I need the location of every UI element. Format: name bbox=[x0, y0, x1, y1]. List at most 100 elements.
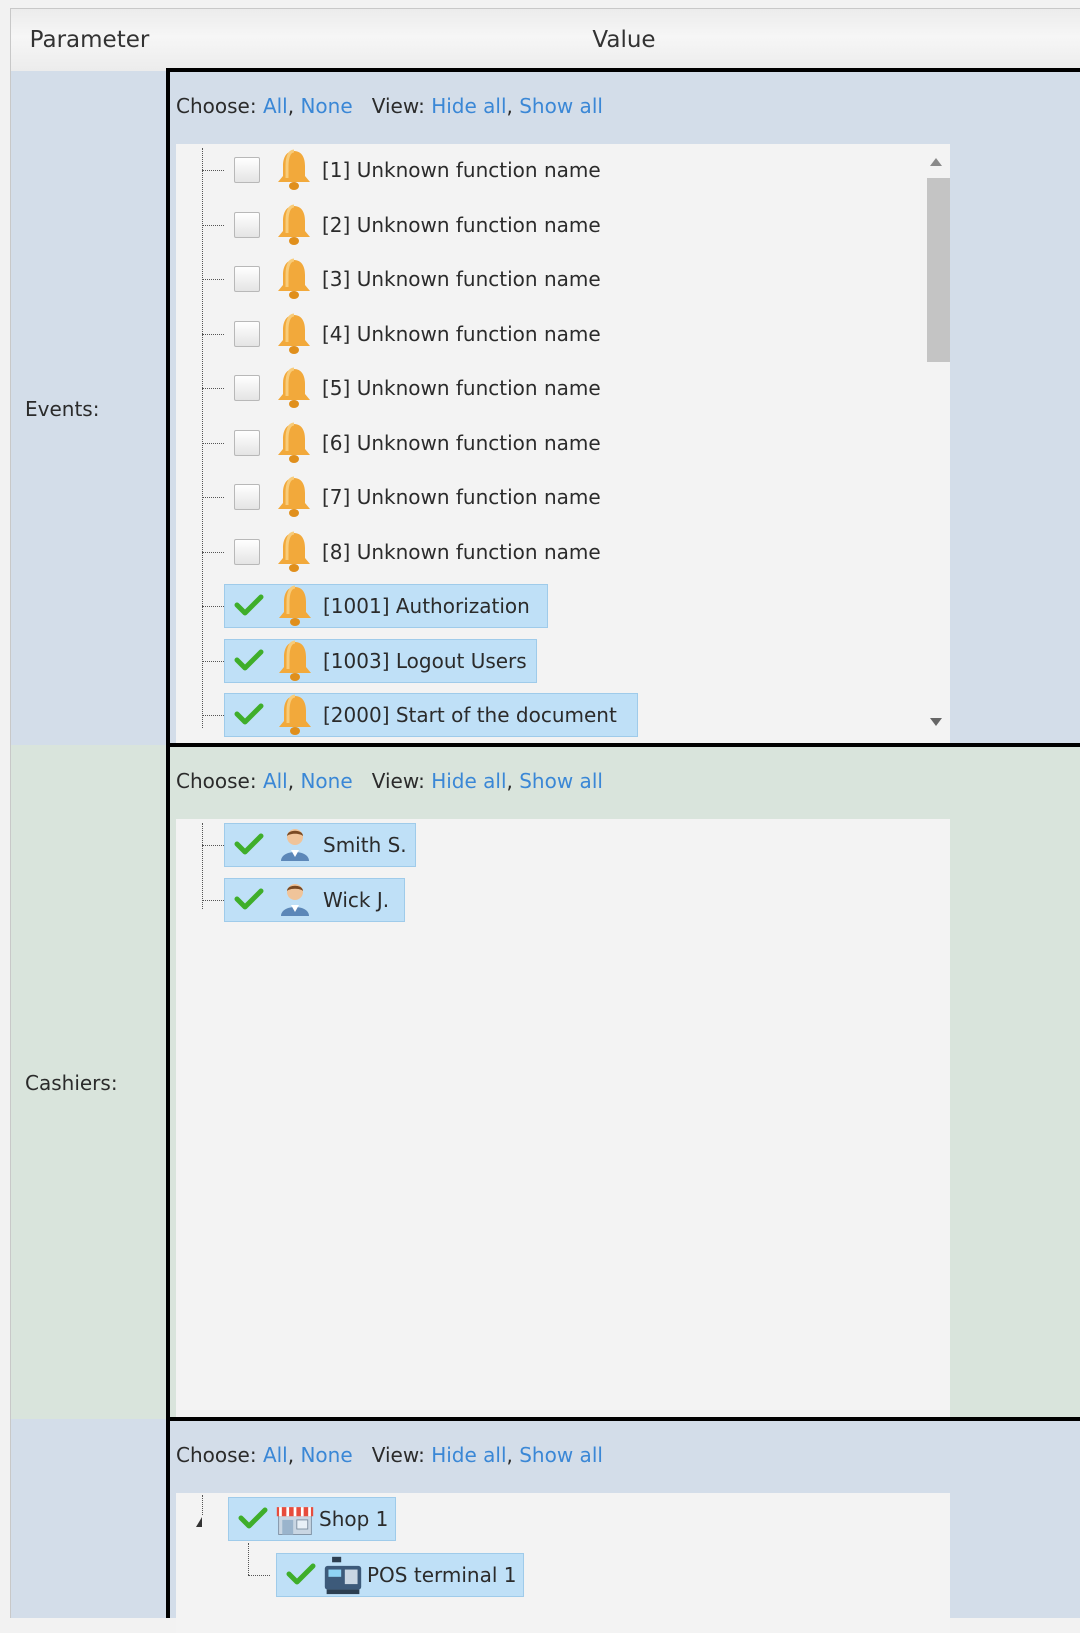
events-scrollbar-thumb[interactable] bbox=[927, 178, 950, 362]
events-tree-node[interactable]: [2] Unknown function name bbox=[224, 203, 601, 247]
events-tree-node[interactable]: [2000] Start of the document bbox=[224, 693, 638, 737]
scroll-up-arrow-icon[interactable] bbox=[930, 158, 942, 166]
tree-line bbox=[202, 899, 224, 901]
node-checkbox[interactable] bbox=[234, 484, 260, 510]
collapse-triangle-icon[interactable] bbox=[196, 1517, 202, 1527]
node-checkbox[interactable] bbox=[234, 157, 260, 183]
cashiers-label: Cashiers: bbox=[25, 1071, 118, 1095]
tree-line bbox=[202, 1495, 203, 1515]
choose-all-link[interactable]: All bbox=[263, 1443, 288, 1467]
choose-none-link[interactable]: None bbox=[300, 94, 352, 118]
node-checkbox[interactable] bbox=[234, 832, 264, 858]
events-tree-node[interactable]: [1001] Authorization bbox=[224, 584, 548, 628]
events-tree[interactable]: [1] Unknown function name [2] Unknown fun… bbox=[176, 144, 950, 747]
view-label: View: bbox=[371, 769, 425, 793]
hide-all-link[interactable]: Hide all bbox=[431, 1443, 506, 1467]
node-label: [7] Unknown function name bbox=[322, 485, 601, 509]
node-label: Shop 1 bbox=[319, 1507, 389, 1531]
view-label: View: bbox=[371, 94, 425, 118]
tree-line bbox=[202, 388, 224, 389]
bell-icon bbox=[274, 203, 314, 247]
choose-label: Choose: bbox=[176, 769, 257, 793]
node-label: Smith S. bbox=[323, 833, 407, 857]
tree-line bbox=[202, 845, 224, 846]
view-label: View: bbox=[371, 1443, 425, 1467]
bell-icon bbox=[274, 475, 314, 519]
show-all-link[interactable]: Show all bbox=[519, 1443, 603, 1467]
node-label: [1] Unknown function name bbox=[322, 158, 601, 182]
bell-icon bbox=[274, 530, 314, 574]
stores-tree[interactable]: Shop 1 POS terminal 1 bbox=[176, 1493, 950, 1633]
bell-icon bbox=[274, 148, 314, 192]
node-checkbox[interactable] bbox=[234, 429, 260, 456]
events-tree-node[interactable]: [1] Unknown function name bbox=[224, 148, 601, 192]
tree-line bbox=[202, 497, 224, 498]
events-tree-node[interactable]: [8] Unknown function name bbox=[224, 530, 601, 574]
events-tree-node[interactable]: [1003] Logout Users bbox=[224, 638, 537, 683]
events-tree-node[interactable]: [3] Unknown function name bbox=[224, 257, 601, 301]
node-label: [2] Unknown function name bbox=[322, 212, 601, 237]
tree-line bbox=[202, 170, 224, 171]
tree-node-shop[interactable]: Shop 1 bbox=[228, 1497, 396, 1541]
choose-all-link[interactable]: All bbox=[263, 94, 288, 118]
separator: , bbox=[506, 769, 513, 793]
node-checkbox[interactable] bbox=[234, 320, 260, 347]
separator: , bbox=[287, 769, 295, 793]
choose-label: Choose: bbox=[176, 1443, 257, 1467]
bell-icon bbox=[275, 693, 315, 737]
hide-all-link[interactable]: Hide all bbox=[431, 94, 506, 118]
show-all-link[interactable]: Show all bbox=[519, 769, 603, 793]
events-parameter-cell: Events: bbox=[10, 71, 168, 745]
column-header-value-label: Value bbox=[592, 27, 656, 53]
node-label: [1003] Logout Users bbox=[323, 648, 527, 673]
tree-line bbox=[202, 442, 224, 444]
choose-all-link[interactable]: All bbox=[263, 769, 288, 793]
tree-line bbox=[202, 551, 224, 553]
node-checkbox[interactable] bbox=[234, 211, 260, 238]
separator: , bbox=[287, 94, 295, 118]
node-checkbox[interactable] bbox=[234, 375, 260, 401]
node-checkbox[interactable] bbox=[234, 702, 264, 728]
tree-line bbox=[202, 148, 203, 728]
cashiers-parameter-cell: Cashiers: bbox=[10, 745, 168, 1419]
events-tree-node[interactable]: [6] Unknown function name bbox=[224, 421, 601, 465]
events-tree-node[interactable]: [7] Unknown function name bbox=[224, 475, 601, 519]
pos-terminal-icon bbox=[323, 1553, 363, 1597]
bell-icon bbox=[275, 584, 315, 628]
node-label: Wick J. bbox=[323, 887, 390, 912]
node-label: POS terminal 1 bbox=[367, 1563, 517, 1587]
node-checkbox[interactable] bbox=[234, 648, 264, 674]
node-checkbox[interactable] bbox=[234, 887, 264, 913]
cashiers-tree-node[interactable]: Smith S. bbox=[224, 823, 416, 867]
events-tree-node[interactable]: [4] Unknown function name bbox=[224, 312, 601, 356]
node-label: [5] Unknown function name bbox=[322, 376, 601, 400]
cashiers-tree[interactable]: Smith S. Wick J. bbox=[176, 819, 950, 1422]
show-all-link[interactable]: Show all bbox=[519, 94, 603, 118]
choose-none-link[interactable]: None bbox=[300, 1443, 352, 1467]
tree-line bbox=[248, 1543, 249, 1575]
node-checkbox[interactable] bbox=[238, 1506, 268, 1532]
hide-all-link[interactable]: Hide all bbox=[431, 769, 506, 793]
tree-line bbox=[202, 715, 224, 716]
tree-node-pos-terminal[interactable]: POS terminal 1 bbox=[276, 1553, 524, 1597]
bell-icon bbox=[274, 421, 314, 465]
separator: , bbox=[287, 1443, 295, 1467]
column-header-parameter: Parameter bbox=[10, 8, 169, 72]
scroll-down-arrow-icon[interactable] bbox=[930, 718, 942, 726]
user-icon bbox=[275, 823, 315, 867]
node-label: [6] Unknown function name bbox=[322, 430, 601, 455]
node-checkbox[interactable] bbox=[234, 593, 264, 619]
bell-icon bbox=[274, 312, 314, 356]
node-checkbox[interactable] bbox=[286, 1562, 316, 1588]
choose-none-link[interactable]: None bbox=[300, 769, 352, 793]
node-label: [8] Unknown function name bbox=[322, 539, 601, 564]
node-label: [4] Unknown function name bbox=[322, 321, 601, 346]
events-scrollbar[interactable] bbox=[918, 144, 950, 747]
node-label: [3] Unknown function name bbox=[322, 267, 601, 291]
node-checkbox[interactable] bbox=[234, 266, 260, 292]
tree-line bbox=[202, 279, 224, 280]
events-label: Events: bbox=[25, 397, 100, 421]
events-tree-node[interactable]: [5] Unknown function name bbox=[224, 366, 601, 410]
cashiers-tree-node[interactable]: Wick J. bbox=[224, 877, 405, 922]
node-checkbox[interactable] bbox=[234, 538, 260, 565]
